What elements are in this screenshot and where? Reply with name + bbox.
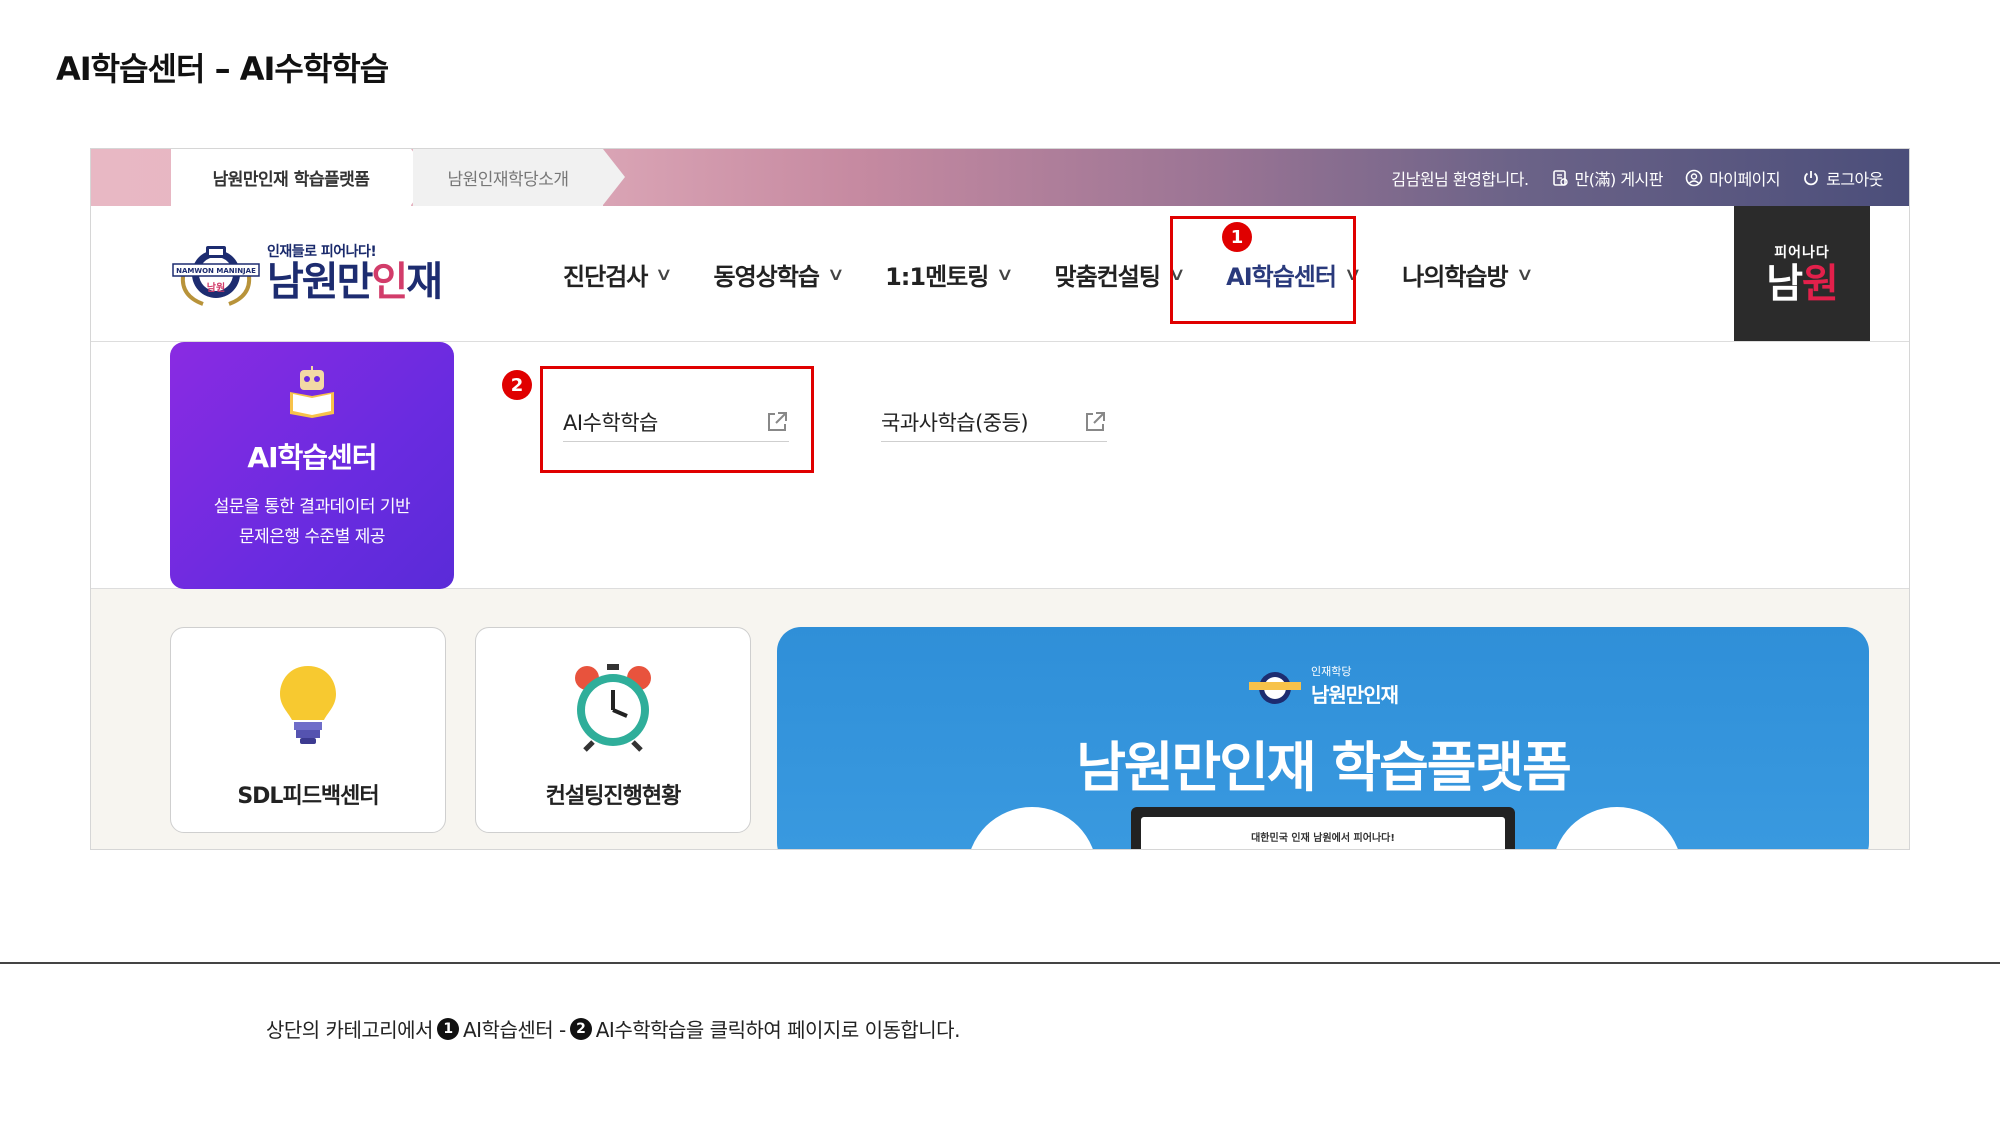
nav-label: 1:1멘토링 <box>885 262 989 291</box>
brand-line2: 남원 <box>1766 260 1839 307</box>
nav-item-consulting[interactable]: 맞춤컨설팅 ∨ <box>1054 257 1186 292</box>
banner-logo: 인재학당 남원만인재 <box>1247 663 1399 708</box>
caption-num2: 2 <box>569 1017 592 1040</box>
main-nav: 진단검사 ∨ 동영상학습 ∨ 1:1멘토링 ∨ 맞춤컨설팅 ∨ AI학습센터 ∨ 나의학습… <box>563 206 1574 342</box>
brand-line2-a: 남 <box>1766 260 1803 307</box>
lightbulb-icon <box>260 658 356 754</box>
logo-name-tail: 재 <box>406 259 443 305</box>
logo-name-accent: 인 <box>371 259 408 305</box>
panel-desc-line1: 설문을 통한 결과데이터 기반 <box>213 497 411 517</box>
chevron-down-icon: ∨ <box>654 263 673 285</box>
board-label: 만(滿) 게시판 <box>1574 169 1664 189</box>
caption-part1: 상단의 카테고리에서 <box>266 1018 433 1042</box>
alarm-clock-icon <box>565 658 661 754</box>
board-link[interactable]: 만(滿) 게시판 <box>1551 166 1664 190</box>
nav-item-mentoring[interactable]: 1:1멘토링 ∨ <box>885 257 1014 292</box>
panel-description: 설문을 통한 결과데이터 기반 문제은행 수준별 제공 <box>213 492 411 552</box>
mypage-link[interactable]: 마이페이지 <box>1685 166 1781 190</box>
korean-science-label: 국과사학습(중등) <box>881 410 1029 435</box>
logo-name: 남원만인재 <box>267 259 443 305</box>
consulting-status-card[interactable]: 컨설팅진행현황 <box>475 627 751 833</box>
logo-name-main: 남원만 <box>267 259 373 305</box>
logout-label: 로그아웃 <box>1826 169 1883 189</box>
site-logo[interactable]: NAMWON MANINJAE 남원 인재들로 피어나다! 남원만인재 <box>171 236 443 308</box>
divider <box>0 962 2000 964</box>
instruction-caption: 상단의 카테고리에서 1 AI학습센터 - 2 AI수학학습을 클릭하여 페이지… <box>266 1014 960 1043</box>
top-bar: 남원만인재 학습플랫폼 남원인재학당소개 김남원님 환영합니다. 만(滿) 게시… <box>91 149 1909 206</box>
welcome-text: 김남원님 환영합니다. <box>1391 169 1529 189</box>
ai-center-dropdown: AI학습센터 설문을 통한 결과데이터 기반 문제은행 수준별 제공 AI수학학… <box>91 342 1909 589</box>
panel-desc-line2: 문제은행 수준별 제공 <box>238 527 386 547</box>
page-title: AI학습센터 – AI수학학습 <box>56 50 389 88</box>
banner-logo-big: 남원만인재 <box>1311 683 1399 707</box>
banner-circle-right <box>1552 807 1682 849</box>
logo-tagline: 인재들로 피어나다! <box>267 244 377 260</box>
main-header: NAMWON MANINJAE 남원 인재들로 피어나다! 남원만인재 진단검사… <box>91 206 1909 342</box>
nav-item-my-study[interactable]: 나의학습방 ∨ <box>1402 257 1533 292</box>
chevron-down-icon: ∨ <box>826 263 844 285</box>
user-menu: 김남원님 환영합니다. 만(滿) 게시판 마이페이지 로그아웃 <box>1391 149 1883 206</box>
ai-book-icon <box>284 364 340 420</box>
screenshot-frame: 남원만인재 학습플랫폼 남원인재학당소개 김남원님 환영합니다. 만(滿) 게시… <box>90 148 1910 850</box>
svg-text:남원: 남원 <box>207 281 225 294</box>
marker-2: 2 <box>502 370 532 400</box>
korean-science-link[interactable]: 국과사학습(중등) <box>881 402 1107 442</box>
tab-intro[interactable]: 남원인재학당소개 <box>413 149 625 206</box>
platform-banner[interactable]: 인재학당 남원만인재 남원만인재 학습플랫폼 대한민국 인재 남원에서 피어나다… <box>777 627 1869 849</box>
sdl-feedback-label: SDL피드백센터 <box>237 784 379 809</box>
marker-1: 1 <box>1222 222 1252 252</box>
banner-monitor: 대한민국 인재 남원에서 피어나다! <box>1131 807 1515 849</box>
logout-link[interactable]: 로그아웃 <box>1802 166 1883 190</box>
banner-emblem-icon <box>1249 671 1301 704</box>
user-icon <box>1685 169 1703 187</box>
nav-label: 맞춤컨설팅 <box>1054 262 1161 291</box>
brand-line2-b: 원 <box>1802 260 1839 307</box>
banner-logo-small: 인재학당 <box>1311 665 1352 678</box>
banner-title: 남원만인재 학습플랫폼 <box>1076 736 1572 799</box>
mypage-label: 마이페이지 <box>1709 169 1781 189</box>
external-link-icon <box>1083 410 1107 434</box>
tab-platform-label: 남원만인재 학습플랫폼 <box>212 170 370 190</box>
brand-line1: 피어나다 <box>1774 244 1830 261</box>
chevron-down-icon: ∨ <box>1515 263 1533 285</box>
panel-title: AI학습센터 <box>247 441 377 474</box>
chevron-down-icon: ∨ <box>995 263 1014 285</box>
power-icon <box>1802 169 1820 187</box>
board-icon <box>1551 169 1569 187</box>
caption-part3: AI수학학습을 클릭하여 페이지로 이동합니다. <box>595 1018 961 1042</box>
nav-label: 나의학습방 <box>1402 262 1508 291</box>
highlight-ai-math <box>540 366 814 473</box>
highlight-ai-center <box>1170 216 1356 324</box>
banner-screen-text: 대한민국 인재 남원에서 피어나다! <box>1141 817 1505 849</box>
ai-center-panel: AI학습센터 설문을 통한 결과데이터 기반 문제은행 수준별 제공 <box>170 342 454 589</box>
logo-text: 인재들로 피어나다! 남원만인재 <box>267 241 443 305</box>
banner-circle-left <box>967 807 1097 849</box>
caption-num1: 1 <box>436 1017 459 1040</box>
nav-label: 동영상학습 <box>713 262 820 291</box>
emblem-text: NAMWON MANINJAE <box>176 267 256 275</box>
nav-label: 진단검사 <box>563 262 648 291</box>
emblem-icon: NAMWON MANINJAE 남원 <box>171 236 261 308</box>
tab-platform[interactable]: 남원만인재 학습플랫폼 <box>171 149 433 206</box>
consulting-status-label: 컨설팅진행현황 <box>545 784 682 809</box>
nav-item-diagnosis[interactable]: 진단검사 ∨ <box>563 257 673 292</box>
sdl-feedback-card[interactable]: SDL피드백센터 <box>170 627 446 833</box>
brand-logo-box[interactable]: 피어나다 남원 <box>1734 206 1870 341</box>
caption-part2: AI학습센터 - <box>462 1018 566 1042</box>
nav-item-video[interactable]: 동영상학습 ∨ <box>713 257 845 292</box>
tab-intro-label: 남원인재학당소개 <box>447 170 569 190</box>
